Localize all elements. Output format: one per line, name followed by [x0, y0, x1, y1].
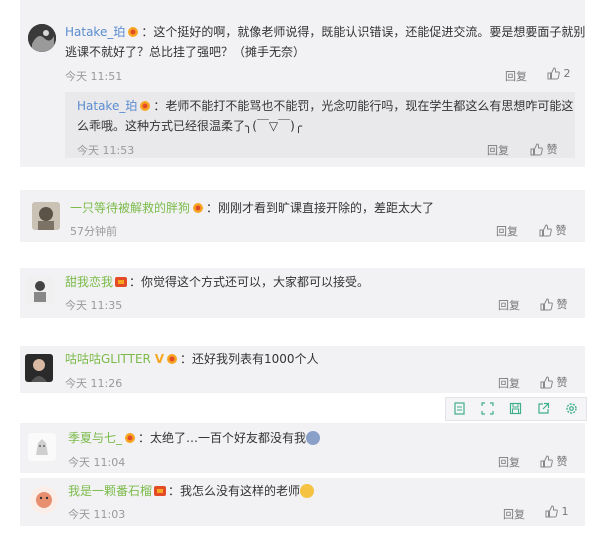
member-badge-icon [191, 202, 205, 214]
comment-text-line: Hatake_珀 ：这个挺好的啊，就像老师说得，既能认识错误，还能促进交流。要是想… [65, 24, 585, 41]
member-badge-icon [114, 276, 128, 288]
like-button[interactable]: 赞 [540, 374, 568, 390]
thumbs-up-icon [540, 298, 553, 311]
avatar-image [28, 24, 56, 52]
avatar-image [30, 486, 58, 514]
timestamp: 今天 11:03 [68, 508, 126, 521]
avatar-image [32, 202, 60, 230]
like-button[interactable]: 赞 [539, 222, 567, 238]
copy-icon[interactable] [453, 402, 466, 415]
reply-button[interactable]: 回复 [498, 297, 520, 313]
timestamp: 今天 11:51 [65, 70, 123, 83]
member-badge-icon [165, 353, 179, 365]
reply-button[interactable]: 回复 [487, 142, 509, 158]
sub-reply: Hatake_珀 ：老师不能打不能骂也不能罚，光念叨能行吗，现在学生都这么有思想咋… [65, 92, 575, 158]
username-link[interactable]: 咕咕咕GLITTER [65, 352, 151, 366]
avatar[interactable] [25, 354, 53, 382]
username-link[interactable]: Hatake_珀 [77, 99, 137, 113]
verified-v-icon: V [154, 352, 165, 366]
thumbs-up-icon [540, 455, 553, 468]
member-badge-icon [138, 100, 152, 112]
comment-card: 甜我恋我 ：你觉得这个方式还可以，大家都可以接受。 今天 11:35 回复 赞 [20, 268, 585, 318]
avatar[interactable] [26, 276, 54, 304]
thumbs-up-icon [547, 67, 560, 80]
member-badge-icon [126, 26, 140, 38]
comment-text: ：太绝了…一百个好友都没有我 [138, 431, 307, 445]
username-link[interactable]: Hatake_珀 [65, 25, 125, 39]
comment-card: Hatake_珀 ：这个挺好的啊，就像老师说得，既能认识错误，还能促进交流。要是想… [20, 0, 585, 167]
comment-text-line: Hatake_珀 ：老师不能打不能骂也不能罚，光念叨能行吗，现在学生都这么有思想咋… [77, 98, 573, 115]
username-link[interactable]: 甜我恋我 [65, 275, 113, 289]
avatar[interactable] [32, 202, 60, 230]
comment-card: 季夏与七_ ：太绝了…一百个好友都没有我 今天 11:04 回复 赞 [20, 423, 585, 473]
like-count: 1 [561, 505, 569, 518]
timestamp: 今天 11:53 [77, 144, 135, 157]
comment-card: 我是一颗番石榴 ：我怎么没有这样的老师 今天 11:03 回复 1 [20, 478, 585, 526]
settings-icon[interactable] [565, 402, 578, 415]
like-label: 赞 [555, 224, 567, 237]
username-link[interactable]: 季夏与七_ [68, 431, 122, 445]
comment-text: ：我怎么没有这样的老师 [168, 484, 301, 498]
reply-button[interactable]: 回复 [503, 506, 525, 522]
floating-toolbar [445, 397, 587, 421]
timestamp: 今天 11:04 [68, 456, 126, 469]
like-button[interactable]: 赞 [540, 296, 568, 312]
share-icon[interactable] [537, 402, 550, 415]
like-label: 赞 [546, 143, 558, 156]
avatar-image [28, 433, 56, 461]
comment-text-line: 咕咕咕GLITTER V ：还好我列表有1000个人 [65, 351, 319, 368]
avatar[interactable] [28, 24, 56, 52]
like-label: 赞 [556, 455, 568, 468]
comment-text: ：这个挺好的啊，就像老师说得，既能认识错误，还能促进交流。要是想要面子就别 [141, 25, 586, 39]
timestamp: 57分钟前 [70, 225, 117, 238]
like-button[interactable]: 赞 [540, 453, 568, 469]
comment-card: 咕咕咕GLITTER V ：还好我列表有1000个人 今天 11:26 回复 赞 [20, 346, 585, 393]
reply-button[interactable]: 回复 [505, 68, 527, 84]
thumbs-up-icon [539, 224, 552, 237]
like-label: 赞 [556, 376, 568, 389]
member-badge-icon [153, 485, 167, 497]
avatar[interactable] [28, 433, 56, 461]
comment-text-continued: 逃课不就好了？总比挂了强吧？（摊手无奈） [65, 45, 306, 59]
comment-text-line: 我是一颗番石榴 ：我怎么没有这样的老师 [68, 483, 315, 500]
avatar-image [26, 276, 54, 304]
thumbs-up-icon [540, 376, 553, 389]
comment-text-continued: 么乖哦。这种方式已经很温柔了╮(￣▽￣)╭ [77, 119, 303, 133]
comment-text-line: 季夏与七_ ：太绝了…一百个好友都没有我 [68, 430, 321, 447]
reply-button[interactable]: 回复 [498, 375, 520, 391]
like-button[interactable]: 1 [545, 505, 569, 518]
timestamp: 今天 11:26 [65, 377, 123, 390]
comment-text: ：老师不能打不能骂也不能罚，光念叨能行吗，现在学生都这么有思想咋可能这 [153, 99, 574, 113]
laughing-tears-emoji-icon [300, 484, 315, 498]
reply-button[interactable]: 回复 [496, 223, 518, 239]
expand-icon[interactable] [481, 402, 494, 415]
comment-text: ：刚刚才看到旷课直接开除的，差距太大了 [206, 201, 435, 215]
save-icon[interactable] [509, 402, 522, 415]
comment-text: ：还好我列表有1000个人 [180, 352, 319, 366]
comment-text-line: 甜我恋我 ：你觉得这个方式还可以，大家都可以接受。 [65, 274, 369, 291]
comment-text-line: 一只等待被解救的胖狗 ：刚刚才看到旷课直接开除的，差距太大了 [70, 200, 434, 217]
comment-text: ：你觉得这个方式还可以，大家都可以接受。 [129, 275, 370, 289]
thumbs-up-icon [545, 505, 558, 518]
like-count: 2 [563, 67, 571, 80]
crying-face-emoji-icon [306, 431, 321, 445]
comment-card: 一只等待被解救的胖狗 ：刚刚才看到旷课直接开除的，差距太大了 57分钟前 回复 赞 [20, 190, 585, 242]
timestamp: 今天 11:35 [65, 299, 123, 312]
avatar-image [25, 354, 53, 382]
reply-button[interactable]: 回复 [498, 454, 520, 470]
username-link[interactable]: 我是一颗番石榴 [68, 484, 152, 498]
like-button[interactable]: 赞 [530, 141, 558, 157]
like-label: 赞 [556, 298, 568, 311]
member-badge-icon [123, 432, 137, 444]
like-button[interactable]: 2 [547, 67, 571, 80]
thumbs-up-icon [530, 143, 543, 156]
avatar[interactable] [30, 486, 58, 514]
username-link[interactable]: 一只等待被解救的胖狗 [70, 201, 190, 215]
